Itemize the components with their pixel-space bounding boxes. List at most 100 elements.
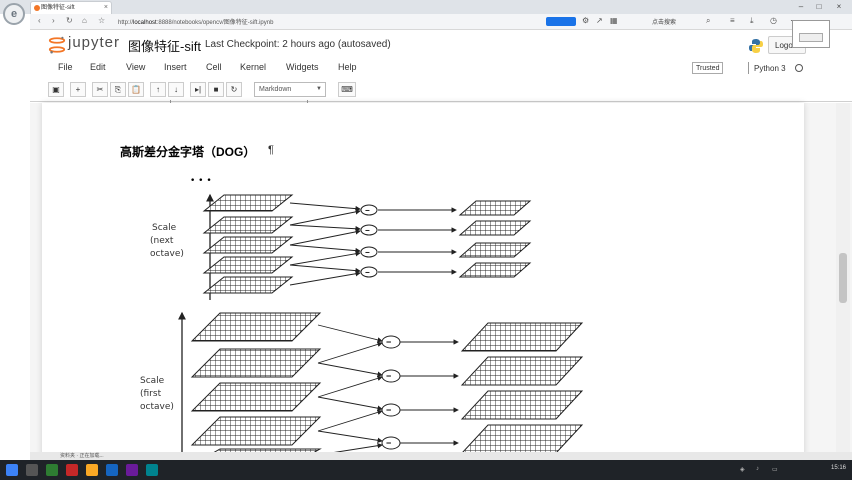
minus-op: −: [386, 371, 391, 381]
first-octave-dog-layers: [460, 322, 584, 454]
maximize-icon[interactable]: □: [812, 0, 826, 13]
clock: 15:16: [830, 465, 846, 471]
back-icon[interactable]: ‹: [38, 16, 41, 25]
tab-title: 图像特征-sift: [41, 5, 75, 11]
settings-icon[interactable]: ⚙: [582, 16, 589, 25]
url-path: :8888/notebooks/opencv/图像特征-sift.ipynb: [156, 20, 274, 26]
menu-insert[interactable]: Insert: [164, 62, 187, 72]
chevron-down-icon: ▼: [316, 86, 322, 92]
python-logo-icon: [749, 39, 763, 53]
notebook-area: 高斯差分金字塔（DOG） ¶ • • • Scale (next octave): [30, 103, 852, 460]
gaussian-layer: [202, 276, 294, 294]
scale-next-label-3: octave): [150, 249, 184, 259]
cell-type-select[interactable]: Markdown ▼: [254, 82, 326, 97]
minus-op: −: [386, 438, 391, 448]
stop-icon[interactable]: ■: [208, 82, 224, 97]
first-octave-minus-ops: − − − −: [381, 335, 401, 450]
browser-tab[interactable]: 图像特征-sift ×: [30, 1, 112, 14]
home-icon[interactable]: ⌂: [82, 16, 87, 25]
gaussian-layer: [202, 194, 294, 212]
ellipsis: • • •: [190, 176, 212, 186]
copy-icon[interactable]: ⎘: [110, 82, 126, 97]
search-box[interactable]: 点击搜索: [652, 17, 676, 26]
gaussian-layer: [202, 236, 294, 254]
battery-icon[interactable]: ▭: [772, 466, 778, 473]
scrollbar[interactable]: [836, 103, 850, 458]
app-icon[interactable]: [126, 464, 138, 476]
restart-icon[interactable]: ↻: [226, 82, 242, 97]
share-icon[interactable]: ↗: [596, 16, 603, 25]
forward-icon[interactable]: ›: [52, 16, 55, 25]
address-bar: ‹ › ↻ ⌂ ☆ http://localhost:8888/notebook…: [30, 14, 852, 30]
checkpoint-status: Last Checkpoint: 2 hours ago (autosaved): [205, 39, 391, 50]
paste-icon[interactable]: 📋: [128, 82, 144, 97]
anchor-link[interactable]: ¶: [268, 144, 274, 156]
move-up-icon[interactable]: ↑: [150, 82, 166, 97]
grid-icon[interactable]: ▦: [610, 16, 618, 25]
minus-op: −: [365, 268, 370, 277]
url-field[interactable]: http://localhost:8888/notebooks/opencv/图…: [118, 17, 273, 26]
dog-pyramid-figure: • • • Scale (next octave) − − − − Scale …: [140, 176, 584, 460]
menu-help[interactable]: Help: [338, 62, 357, 72]
browser-titlebar: 图像特征-sift × – □ ×: [0, 0, 852, 14]
minus-op: −: [386, 337, 391, 347]
add-cell-icon[interactable]: +: [70, 82, 86, 97]
menu-edit[interactable]: Edit: [90, 62, 106, 72]
close-icon[interactable]: ×: [104, 2, 108, 14]
keyboard-icon[interactable]: ⌨: [338, 82, 356, 97]
notebook-title[interactable]: 图像特征-sift: [128, 36, 201, 55]
help-popup: [792, 20, 830, 48]
folder-icon[interactable]: [86, 464, 98, 476]
scale-first-label-3: octave): [140, 402, 174, 412]
gaussian-layer: [202, 256, 294, 274]
scale-first-label-2: (first: [140, 389, 162, 399]
kernel-status-icon: [795, 64, 803, 72]
app-icon[interactable]: [66, 464, 78, 476]
menu-view[interactable]: View: [126, 62, 145, 72]
extension-button[interactable]: [546, 17, 576, 26]
network-icon[interactable]: ◈: [740, 466, 745, 473]
scale-next-label-1: Scale: [152, 223, 177, 233]
menu-widgets[interactable]: Widgets: [286, 62, 319, 72]
refresh-icon[interactable]: ↻: [66, 16, 73, 25]
next-octave-dog-layers: [458, 200, 532, 278]
app-icon[interactable]: [146, 464, 158, 476]
start-icon[interactable]: [6, 464, 18, 476]
notebook-page: 高斯差分金字塔（DOG） ¶ • • • Scale (next octave): [42, 103, 804, 460]
cut-icon[interactable]: ✂: [92, 82, 108, 97]
help-popup-button[interactable]: [799, 33, 823, 42]
menu-kernel[interactable]: Kernel: [240, 62, 266, 72]
search-icon[interactable]: ⌕: [706, 16, 710, 26]
next-octave-gaussians: [202, 194, 294, 294]
save-icon[interactable]: ▣: [48, 82, 64, 97]
browser-taskbar-icon[interactable]: [106, 464, 118, 476]
minus-op: −: [386, 405, 391, 415]
scrollbar-thumb[interactable]: [839, 253, 847, 303]
cell-heading: 高斯差分金字塔（DOG）: [120, 145, 256, 159]
menu-file[interactable]: File: [58, 62, 73, 72]
browser-logo-icon[interactable]: e: [3, 3, 25, 25]
os-taskbar: ◈ ♪ ▭ 15:16: [0, 460, 852, 480]
url-prefix: http://: [118, 20, 134, 26]
minus-op: −: [365, 206, 370, 215]
move-down-icon[interactable]: ↓: [168, 82, 184, 97]
menu-cell[interactable]: Cell: [206, 62, 222, 72]
next-octave-minus-ops: − − − −: [360, 204, 378, 278]
kernel-name: Python 3: [754, 64, 786, 73]
minimize-icon[interactable]: –: [794, 0, 808, 13]
app-icon[interactable]: [46, 464, 58, 476]
menu-icon[interactable]: ≡: [730, 16, 735, 25]
jupyter-header: jupyter 图像特征-sift Last Checkpoint: 2 hou…: [30, 30, 852, 105]
history-icon[interactable]: ◷: [770, 16, 777, 25]
run-icon[interactable]: ▸|: [190, 82, 206, 97]
volume-icon[interactable]: ♪: [756, 466, 759, 472]
close-window-icon[interactable]: ×: [832, 0, 846, 13]
first-octave-gaussians: [190, 312, 322, 460]
search-taskbar-icon[interactable]: [26, 464, 38, 476]
divider: [748, 62, 749, 74]
jupyter-logo-icon[interactable]: [48, 36, 66, 54]
download-icon[interactable]: ⤓: [750, 16, 754, 26]
minus-op: −: [365, 226, 370, 235]
trusted-badge[interactable]: Trusted: [692, 62, 724, 74]
star-icon[interactable]: ☆: [98, 16, 105, 25]
